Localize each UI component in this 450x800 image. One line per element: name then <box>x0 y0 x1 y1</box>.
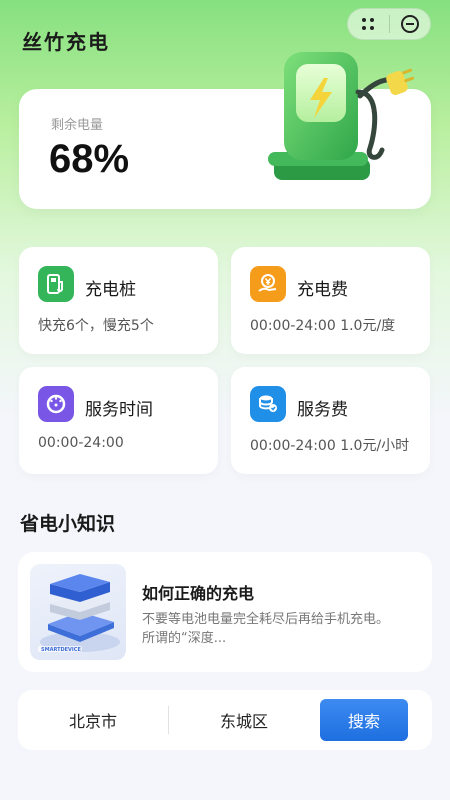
coins-icon <box>250 386 286 422</box>
tile-service-time[interactable]: 服务时间 00:00-24:00 <box>19 367 218 474</box>
location-search-bar: 北京市 东城区 搜索 <box>18 690 432 750</box>
tile-title: 充电费 <box>297 280 348 300</box>
charging-pile-icon <box>38 266 74 302</box>
tip-card[interactable]: SMARTDEVICE 如何正确的充电 不要等电池电量完全耗尽后再给手机充电。 … <box>18 552 432 672</box>
tip-title: 如何正确的充电 <box>142 584 255 603</box>
yuan-hand-icon <box>250 266 286 302</box>
tip-thumbnail: SMARTDEVICE <box>30 564 126 660</box>
tile-desc: 00:00-24:00 1.0元/度 <box>250 318 396 334</box>
section-title: 省电小知识 <box>20 513 116 535</box>
close-circle-icon <box>400 15 419 33</box>
tip-body: 不要等电池电量完全耗尽后再给手机充电。 所谓的“深度... <box>142 612 390 646</box>
battery-label: 剩余电量 <box>51 118 104 133</box>
tile-desc: 快充6个，慢充5个 <box>38 318 154 334</box>
more-button[interactable] <box>348 9 389 39</box>
city-selector[interactable]: 北京市 <box>18 690 168 750</box>
mini-program-capsule <box>347 8 431 40</box>
charging-station-icon <box>268 52 415 180</box>
tile-charging-pile[interactable]: 充电桩 快充6个，慢充5个 <box>19 247 218 354</box>
battery-value: 68% <box>49 137 130 181</box>
server-device-icon: SMARTDEVICE <box>38 574 120 653</box>
app-title: 丝竹充电 <box>22 30 110 54</box>
search-button[interactable]: 搜索 <box>320 699 408 741</box>
close-button[interactable] <box>390 9 431 39</box>
tile-charging-fee[interactable]: 充电费 00:00-24:00 1.0元/度 <box>231 247 430 354</box>
tile-service-fee[interactable]: 服务费 00:00-24:00 1.0元/小时 <box>231 367 430 474</box>
tile-desc: 00:00-24:00 1.0元/小时 <box>250 438 410 454</box>
tile-desc: 00:00-24:00 <box>38 435 124 451</box>
more-dots-icon <box>361 17 375 31</box>
tile-title: 服务费 <box>297 400 348 420</box>
tile-title: 充电桩 <box>85 280 136 300</box>
thumb-caption: SMARTDEVICE <box>41 647 81 653</box>
tile-title: 服务时间 <box>85 400 153 420</box>
clock-dial-icon <box>38 386 74 422</box>
district-selector[interactable]: 东城区 <box>169 690 319 750</box>
